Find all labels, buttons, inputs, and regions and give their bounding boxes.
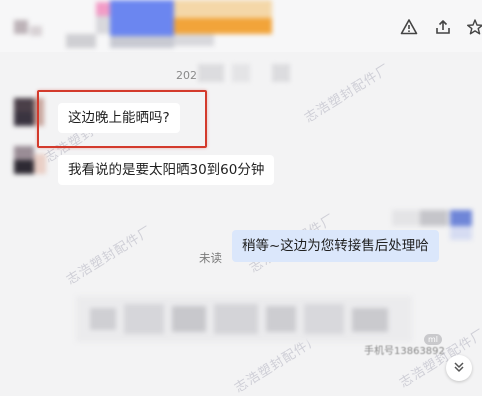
my-message-bubble: 稍等~这边为您转接售后处理哈: [232, 230, 439, 262]
read-status: 未读: [199, 251, 222, 265]
star-icon[interactable]: [462, 14, 482, 40]
highlight-box: [37, 90, 207, 148]
share-icon[interactable]: [430, 14, 456, 40]
timestamp-blurred: [198, 64, 224, 82]
watermark: 志浩塑封配件厂: [64, 223, 156, 289]
message-bubble: 我看说的是要太阳晒30到60分钟: [58, 155, 275, 185]
chevron-double-down-icon: [452, 359, 466, 378]
warning-icon[interactable]: [396, 14, 422, 40]
scroll-down-button[interactable]: [446, 355, 472, 381]
chat-header: [0, 0, 482, 52]
message-timestamp: 202: [176, 69, 197, 82]
watermark: 志浩塑封配件厂: [302, 61, 394, 127]
phone-note: 手机号13863892: [364, 346, 445, 357]
